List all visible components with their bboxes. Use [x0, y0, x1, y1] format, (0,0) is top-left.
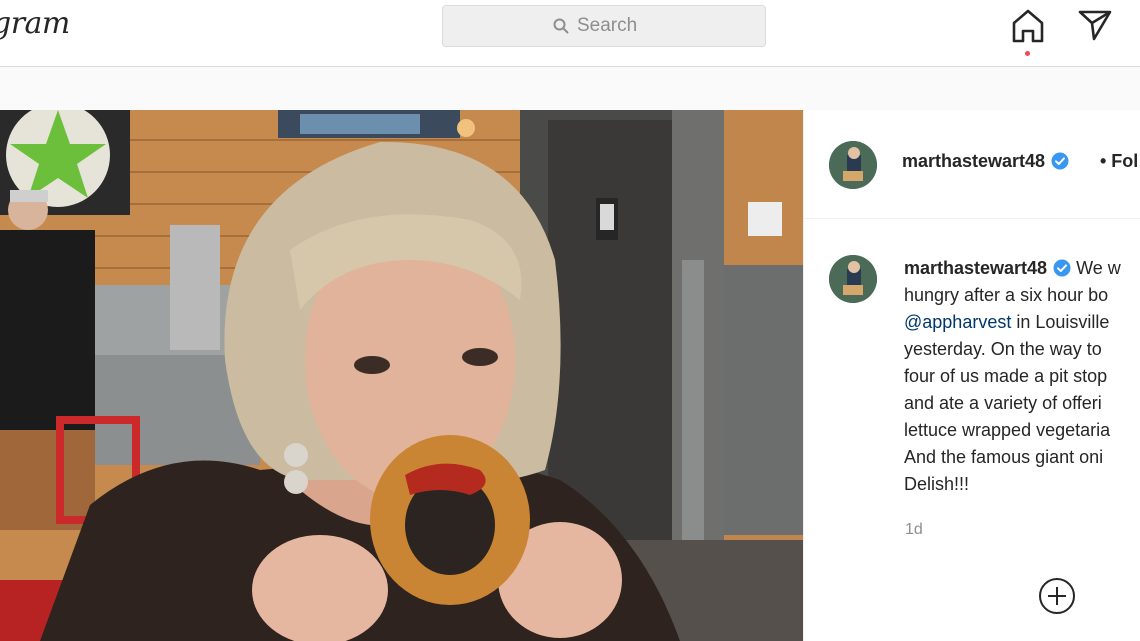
- search-placeholder-group: Search: [553, 15, 637, 37]
- caption-username[interactable]: marthastewart48: [904, 258, 1047, 278]
- caption-line-9: Delish!!!: [904, 474, 970, 494]
- verified-badge-icon: [1053, 259, 1071, 277]
- post-details-panel: marthastewart48 • Fol marthastewart48 We…: [803, 110, 1140, 641]
- avatar-image: [829, 141, 877, 189]
- caption-avatar[interactable]: [829, 255, 877, 303]
- caption-line-2: hungry after a six hour bo: [904, 285, 1109, 305]
- avatar[interactable]: [829, 141, 877, 189]
- follow-button[interactable]: • Fol: [1100, 151, 1138, 172]
- post-photo-illustration: [0, 110, 803, 641]
- caption-line-3: @appharvest in Louisville: [904, 309, 1140, 336]
- top-nav-bar: gram Search: [0, 0, 1140, 67]
- post-author-username[interactable]: marthastewart48: [902, 151, 1045, 171]
- caption-line-8: And the famous giant oni: [904, 447, 1104, 467]
- caption-text: We w: [1076, 258, 1121, 278]
- caption-line-5: four of us made a pit stop: [904, 366, 1108, 386]
- caption-line-6: and ate a variety of offeri: [904, 393, 1102, 413]
- search-placeholder: Search: [577, 15, 638, 36]
- post-timestamp[interactable]: 1d: [905, 521, 923, 539]
- search-input[interactable]: Search: [442, 5, 766, 47]
- search-icon: [553, 18, 569, 34]
- verified-badge-icon: [1051, 152, 1069, 170]
- caption-avatar-image: [829, 255, 877, 303]
- instagram-logo[interactable]: gram: [0, 6, 70, 41]
- add-circle-icon[interactable]: [1038, 577, 1076, 615]
- caption-line-1: marthastewart48 We w: [904, 255, 1140, 282]
- paper-plane-icon[interactable]: [1078, 8, 1112, 42]
- post-author[interactable]: marthastewart48: [902, 151, 1069, 172]
- mention-link[interactable]: @appharvest: [904, 312, 1011, 332]
- post-caption: marthastewart48 We w hungry after a six …: [904, 255, 1140, 498]
- post-photo[interactable]: [0, 110, 803, 641]
- caption-text: in Louisville: [1011, 312, 1110, 332]
- notification-dot: [1025, 51, 1030, 56]
- post-header: marthastewart48 • Fol: [804, 110, 1140, 219]
- home-icon[interactable]: [1010, 8, 1046, 44]
- caption-line-7: lettuce wrapped vegetaria: [904, 420, 1111, 440]
- caption-line-4: yesterday. On the way to: [904, 339, 1102, 359]
